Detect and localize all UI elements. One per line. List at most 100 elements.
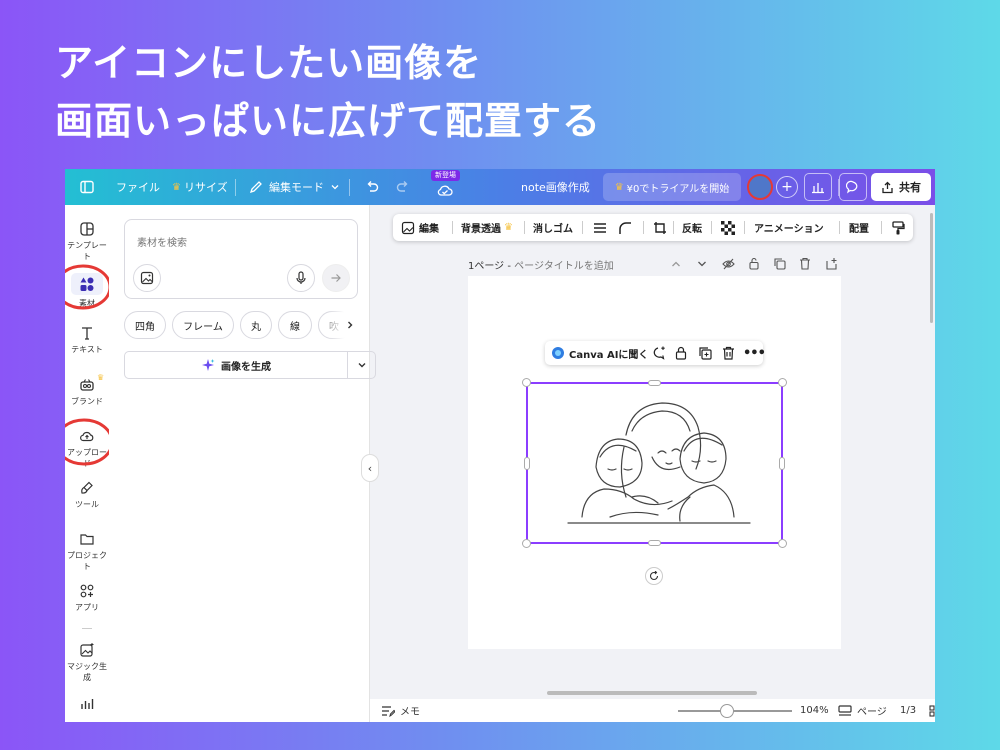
- chevron-down-icon[interactable]: [696, 255, 708, 274]
- ask-canva-ai-button[interactable]: Canva AIに聞く: [551, 341, 648, 365]
- resize-handle-top-right[interactable]: [778, 378, 787, 387]
- resize-handle-bottom-left[interactable]: [522, 539, 531, 548]
- notes-button[interactable]: メモ: [381, 699, 420, 722]
- canva-editor-window: ファイル ♛ リサイズ 編集モード 新登場 note画像作成 ♛ ¥0でトライアルを…: [65, 169, 935, 722]
- chip-line[interactable]: 線: [278, 311, 312, 339]
- undo-icon[interactable]: [364, 169, 380, 205]
- rotate-handle[interactable]: [645, 567, 663, 585]
- file-menu[interactable]: ファイル: [116, 169, 160, 205]
- sidebar-item-templates[interactable]: テンプレート: [65, 221, 109, 262]
- chips-scroll-right[interactable]: [329, 311, 355, 339]
- resize-handle-right[interactable]: [779, 457, 785, 470]
- chevron-up-icon[interactable]: [670, 255, 682, 274]
- sidebar-item-tools[interactable]: ツール: [65, 480, 109, 510]
- comments-button[interactable]: [839, 173, 867, 201]
- sidebar-item-label: ブランド: [71, 397, 103, 406]
- sidebar-item-text[interactable]: テキスト: [65, 325, 109, 355]
- eraser-button[interactable]: 消しゴム: [533, 214, 573, 241]
- chevron-right-icon: [348, 321, 353, 329]
- analytics-icon: [81, 699, 94, 709]
- folder-icon: [80, 534, 94, 545]
- resize-handle-bottom-right[interactable]: [778, 539, 787, 548]
- corner-rounding-icon[interactable]: [618, 214, 632, 241]
- grid-view-icon[interactable]: [929, 699, 935, 722]
- animation-button[interactable]: アニメーション: [754, 214, 824, 241]
- chip-frame[interactable]: フレーム: [172, 311, 234, 339]
- avatar[interactable]: [747, 174, 773, 200]
- background-remover-button[interactable]: 背景透過 ♛: [461, 214, 516, 241]
- divider: [452, 221, 453, 234]
- search-box[interactable]: 素材を検索: [124, 219, 358, 299]
- headline: アイコンにしたい画像を 画面いっぱいに広げて配置する: [55, 34, 601, 150]
- comment-add-icon[interactable]: [651, 346, 666, 363]
- generate-image-button[interactable]: 画像を生成: [124, 351, 348, 379]
- insights-button[interactable]: [804, 173, 832, 201]
- hide-page-icon[interactable]: [722, 255, 735, 274]
- document-title[interactable]: note画像作成: [521, 169, 590, 205]
- vertical-scrollbar[interactable]: [930, 213, 933, 323]
- sidebar: テンプレート 素材 テキスト ♛ ブランド アップロード ツール プロジェクト: [65, 205, 114, 722]
- resize-handle-top-left[interactable]: [522, 378, 531, 387]
- more-options-icon[interactable]: •••: [743, 341, 766, 365]
- trial-button[interactable]: ♛ ¥0でトライアルを開始: [603, 173, 741, 201]
- sidebar-item-brand[interactable]: ♛ ブランド: [65, 373, 109, 407]
- zoom-level[interactable]: 104%: [800, 699, 829, 722]
- trash-icon[interactable]: [799, 255, 811, 274]
- sidebar-item-more[interactable]: [65, 697, 109, 711]
- flip-button[interactable]: 反転: [682, 214, 702, 241]
- zoom-slider-handle[interactable]: [720, 704, 735, 718]
- apps-icon: [80, 584, 94, 598]
- rotate-icon: [649, 571, 659, 581]
- cloud-saved-icon[interactable]: [436, 172, 454, 208]
- microphone-icon: [296, 271, 306, 284]
- resize-button[interactable]: ♛ リサイズ: [172, 169, 228, 205]
- elements-panel: 素材を検索 四角 フレーム 丸 線 吹 画像を生成: [109, 205, 376, 722]
- trial-label: ¥0でトライアルを開始: [626, 183, 730, 195]
- lock-icon[interactable]: [748, 255, 760, 274]
- add-collaborator-button[interactable]: +: [776, 169, 798, 205]
- duplicate-icon[interactable]: [698, 346, 712, 363]
- brush-icon: [81, 481, 93, 494]
- sidebar-item-label: アプリ: [75, 603, 99, 612]
- page-count[interactable]: 1/3: [900, 699, 916, 722]
- resize-handle-top[interactable]: [648, 380, 661, 386]
- redo-icon[interactable]: [395, 169, 411, 205]
- image-search-button[interactable]: [133, 264, 161, 292]
- transparency-icon[interactable]: [721, 214, 735, 241]
- generate-options-dropdown[interactable]: [348, 351, 376, 379]
- selection-frame[interactable]: [522, 378, 787, 548]
- copy-style-icon[interactable]: [891, 214, 905, 241]
- sidebar-item-magic-media[interactable]: マジック生成: [65, 642, 109, 683]
- collapse-panel-button[interactable]: ‹: [361, 454, 379, 482]
- divider: [349, 179, 350, 196]
- zoom-slider[interactable]: [678, 704, 792, 718]
- voice-search-button[interactable]: [287, 264, 315, 292]
- resize-handle-left[interactable]: [524, 457, 530, 470]
- arrange-button[interactable]: 配置: [849, 214, 869, 241]
- edit-image-button[interactable]: 編集: [401, 214, 439, 241]
- horizontal-scrollbar[interactable]: [547, 691, 757, 695]
- divider: [744, 221, 745, 234]
- chevron-down-icon: [331, 185, 339, 190]
- top-bar: ファイル ♛ リサイズ 編集モード 新登場 note画像作成 ♛ ¥0でトライアルを…: [65, 169, 935, 205]
- chip-square[interactable]: 四角: [124, 311, 166, 339]
- search-submit-button[interactable]: [322, 264, 350, 292]
- page-title-input[interactable]: ページタイトルを追加: [514, 261, 614, 272]
- sidebar-toggle-icon[interactable]: [79, 169, 95, 205]
- page-number: 1ページ: [468, 261, 505, 272]
- edit-mode-dropdown[interactable]: 編集モード: [249, 169, 340, 205]
- sidebar-item-apps[interactable]: アプリ: [65, 583, 109, 613]
- lock-icon[interactable]: [675, 346, 687, 363]
- chip-circle[interactable]: 丸: [240, 311, 272, 339]
- share-button[interactable]: 共有: [871, 173, 931, 201]
- resize-handle-bottom[interactable]: [648, 540, 661, 546]
- crown-icon: ♛: [172, 181, 181, 193]
- trash-icon[interactable]: [722, 346, 735, 363]
- duplicate-page-icon[interactable]: [773, 255, 786, 274]
- sidebar-item-projects[interactable]: プロジェクト: [65, 531, 109, 572]
- search-input[interactable]: 素材を検索: [137, 234, 187, 249]
- add-page-icon[interactable]: [825, 255, 838, 274]
- border-style-icon[interactable]: [593, 214, 607, 241]
- pages-button[interactable]: ページ: [838, 699, 887, 722]
- crop-icon[interactable]: [653, 214, 667, 241]
